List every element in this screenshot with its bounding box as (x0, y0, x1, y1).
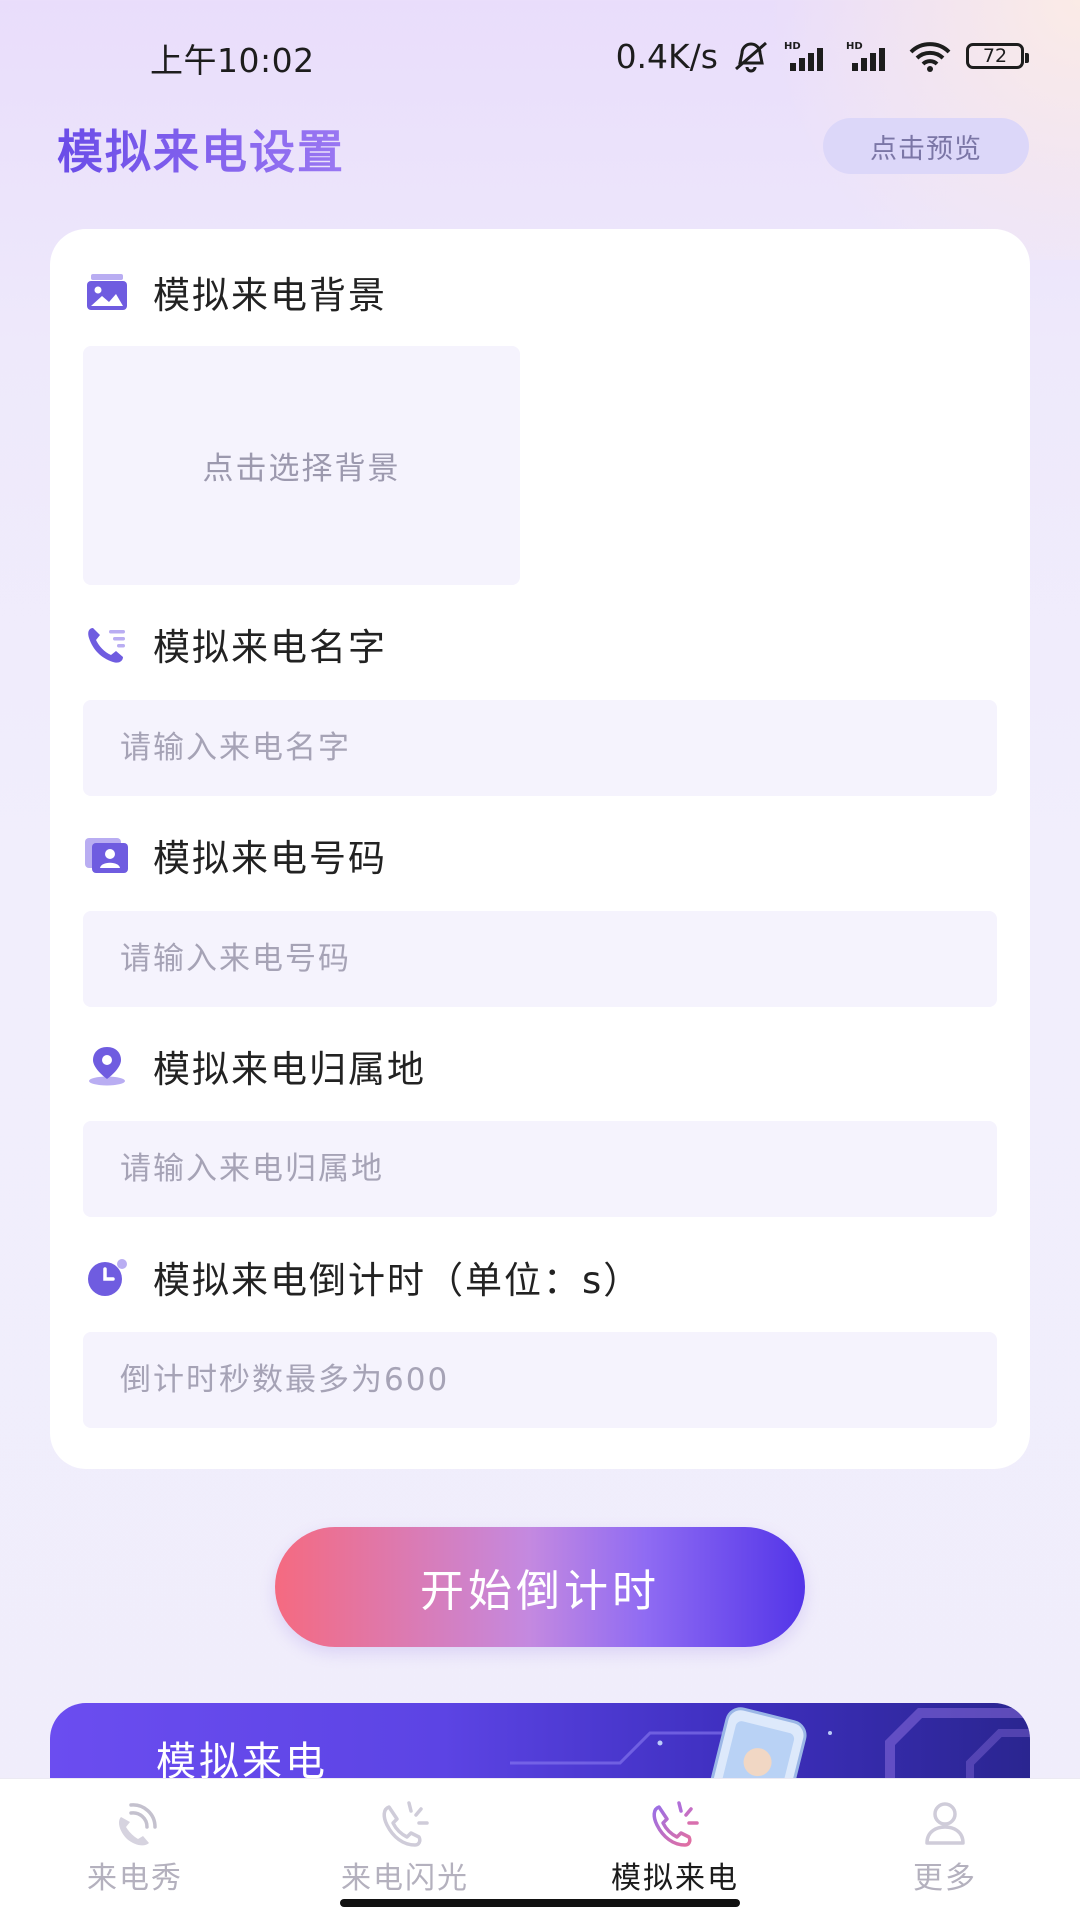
countdown-input[interactable] (118, 1361, 997, 1399)
nav-label: 来电秀 (87, 1861, 183, 1896)
status-icons: 0.4K/s HD HD 72 (615, 34, 1029, 78)
nav-label: 更多 (913, 1861, 977, 1896)
battery-icon: 72 (966, 43, 1029, 69)
home-indicator[interactable] (340, 1899, 740, 1907)
nav-label: 模拟来电 (611, 1861, 739, 1896)
call-flash-icon (382, 1801, 429, 1847)
number-input[interactable] (118, 940, 997, 978)
signal-hd-icon-2: HD (846, 41, 885, 71)
fake-call-icon (652, 1801, 699, 1847)
wifi-icon (909, 42, 951, 72)
name-field[interactable] (83, 700, 997, 796)
background-section-header: 模拟来电背景 (83, 265, 387, 319)
location-label: 模拟来电归属地 (153, 1048, 426, 1091)
nav-label: 来电闪光 (341, 1861, 469, 1896)
svg-text:HD: HD (784, 41, 801, 52)
location-input[interactable] (118, 1150, 997, 1188)
image-icon (83, 268, 131, 316)
number-label: 模拟来电号码 (153, 837, 387, 880)
page-title: 模拟来电设置 (57, 116, 345, 182)
contact-card-icon (83, 831, 131, 879)
countdown-label: 模拟来电倒计时（单位：s） (153, 1259, 643, 1302)
name-input[interactable] (118, 729, 997, 767)
location-pin-icon (83, 1042, 131, 1090)
number-field[interactable] (83, 911, 997, 1007)
mute-icon (735, 41, 767, 73)
signal-hd-icon: HD (784, 41, 823, 71)
countdown-field[interactable] (83, 1332, 997, 1428)
call-show-icon (119, 1803, 157, 1846)
battery-level: 72 (982, 45, 1008, 67)
user-icon (925, 1802, 965, 1845)
location-field[interactable] (83, 1121, 997, 1217)
status-bar: 上午10:02 0.4K/s HD HD 72 (0, 0, 1080, 110)
background-picker-text: 点击选择背景 (202, 451, 401, 487)
phone-list-icon (83, 620, 131, 668)
clock-icon (83, 1253, 131, 1301)
network-speed: 0.4K/s (615, 36, 718, 76)
status-time: 上午10:02 (150, 41, 315, 80)
svg-text:HD: HD (846, 41, 863, 52)
nav-call-show[interactable]: 来电秀 (0, 1779, 270, 1921)
settings-card: 模拟来电背景 点击选择背景 模拟来电名字 模拟来电号码 (50, 229, 1030, 1469)
name-section-header: 模拟来电名字 (83, 617, 387, 671)
countdown-section-header: 模拟来电倒计时（单位：s） (83, 1250, 642, 1304)
background-label: 模拟来电背景 (153, 274, 387, 317)
background-picker[interactable]: 点击选择背景 (83, 346, 520, 585)
start-countdown-button[interactable]: 开始倒计时 (275, 1527, 805, 1647)
name-label: 模拟来电名字 (153, 626, 387, 669)
nav-more[interactable]: 更多 (810, 1779, 1080, 1921)
location-section-header: 模拟来电归属地 (83, 1039, 426, 1093)
number-section-header: 模拟来电号码 (83, 828, 387, 882)
preview-button[interactable]: 点击预览 (823, 118, 1029, 174)
